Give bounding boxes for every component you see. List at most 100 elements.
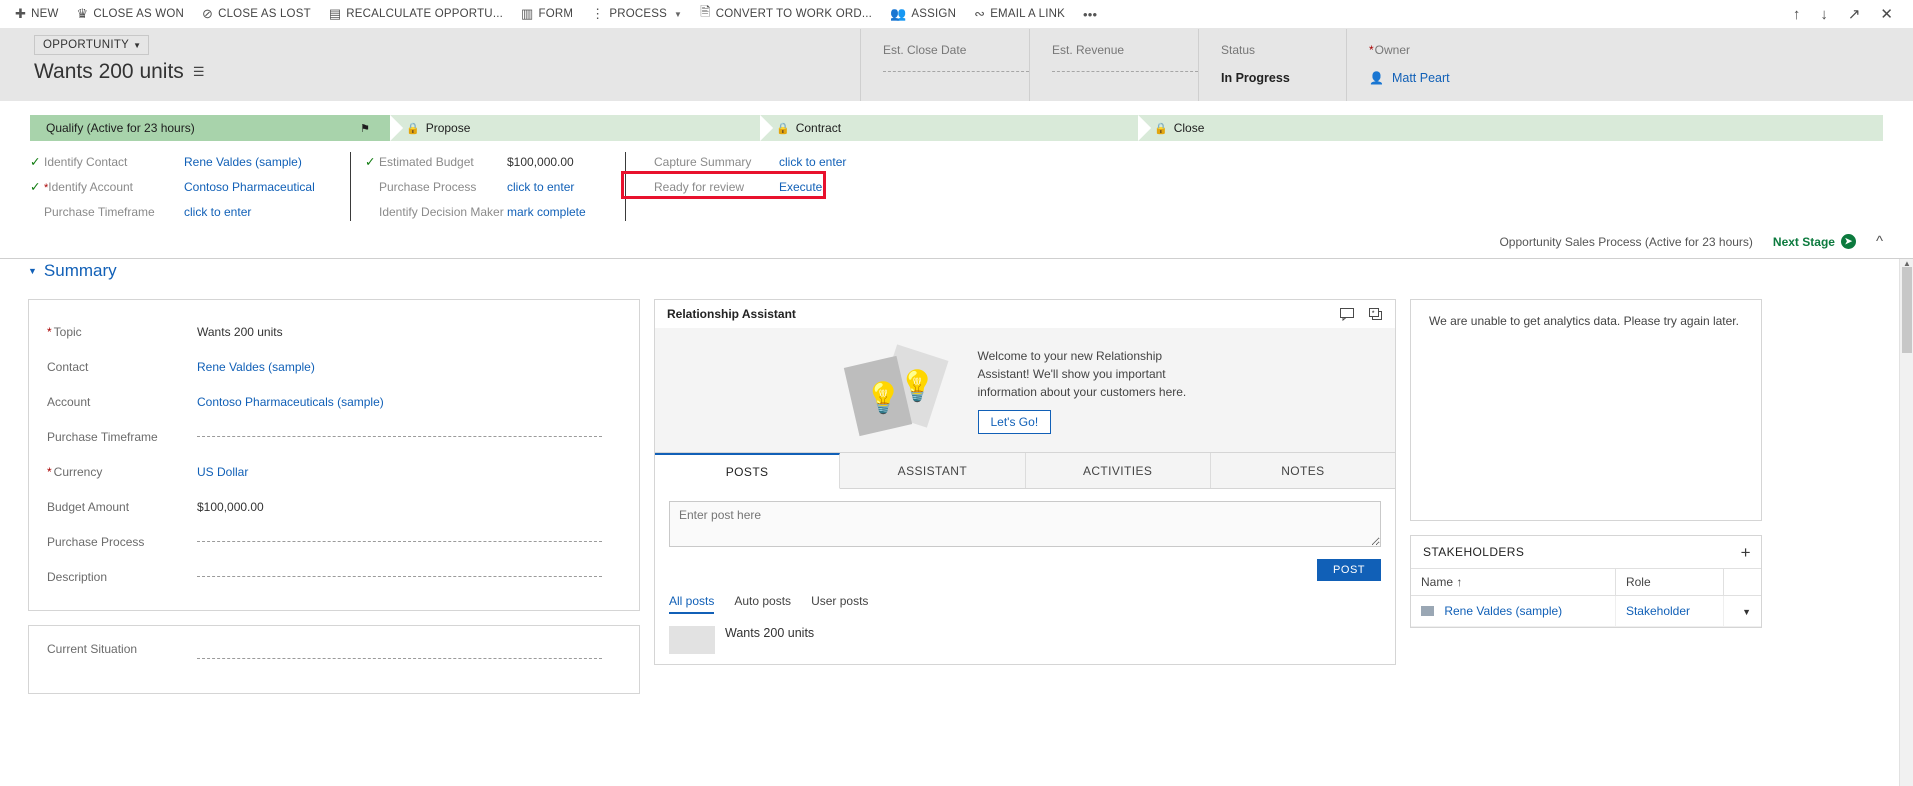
post-button[interactable]: POST <box>1317 559 1381 581</box>
add-stakeholder-icon[interactable]: + <box>1741 544 1751 561</box>
stage-arrow <box>1138 115 1151 141</box>
contact-value-link[interactable]: Rene Valdes (sample) <box>197 360 621 374</box>
step-capture-summary[interactable]: Capture Summary click to enter <box>640 152 855 171</box>
header-field-status: Status In Progress <box>1198 29 1346 101</box>
est-close-date-value[interactable] <box>883 71 1029 72</box>
budget-amount-value[interactable]: $100,000.00 <box>197 500 621 514</box>
account-value-link[interactable]: Contoso Pharmaceuticals (sample) <box>197 395 621 409</box>
step-estimated-budget[interactable]: ✓ Estimated Budget $100,000.00 <box>365 152 615 171</box>
est-revenue-label: Est. Revenue <box>1052 43 1125 57</box>
step-purchase-process[interactable]: Purchase Process click to enter <box>365 177 615 196</box>
tab-assistant[interactable]: ASSISTANT <box>840 453 1026 488</box>
field-row-topic: * Topic Wants 200 units <box>47 314 621 349</box>
step-identify-contact-label: Identify Contact <box>44 154 128 169</box>
table-row[interactable]: Rene Valdes (sample) Stakeholder ▼ <box>1411 595 1761 627</box>
next-stage-button[interactable]: Next Stage ➤ <box>1773 234 1856 249</box>
stage-contract[interactable]: 🔒 Contract <box>760 115 1151 141</box>
stakeholder-role-link[interactable]: Stakeholder <box>1626 604 1690 618</box>
column-header-name[interactable]: Name ↑ <box>1411 568 1616 596</box>
current-situation-value[interactable] <box>197 642 621 659</box>
column-header-role[interactable]: Role <box>1615 568 1724 596</box>
tab-posts[interactable]: POSTS <box>655 453 841 489</box>
field-row-budget-amount: Budget Amount $100,000.00 <box>47 489 621 524</box>
description-value[interactable] <box>197 576 621 577</box>
currency-value-link[interactable]: US Dollar <box>197 465 621 479</box>
required-asterisk: * <box>47 324 52 339</box>
topic-label-text: Topic <box>53 324 82 339</box>
step-capture-summary-value[interactable]: click to enter <box>779 155 846 169</box>
step-identify-account[interactable]: ✓ *Identify Account Contoso Pharmaceutic… <box>30 177 340 196</box>
command-overflow[interactable]: ••• <box>1074 0 1106 28</box>
stakeholder-actions-cell: ▼ <box>1723 595 1761 627</box>
stage-propose[interactable]: 🔒 Propose <box>390 115 773 141</box>
command-email-a-link[interactable]: ∾ EMAIL A LINK <box>965 0 1074 28</box>
tab-notes[interactable]: NOTES <box>1211 453 1395 488</box>
posts-panel: POST All posts Auto posts User posts Wan… <box>654 489 1396 665</box>
step-estimated-budget-value[interactable]: $100,000.00 <box>507 155 574 169</box>
filter-user-posts[interactable]: User posts <box>811 594 868 614</box>
command-form-label: FORM <box>538 8 574 20</box>
step-capture-summary-label: Capture Summary <box>654 154 752 169</box>
previous-record-icon[interactable]: ↑ <box>1793 7 1801 22</box>
section-header-summary[interactable]: ▼ Summary <box>28 261 1913 281</box>
assistant-text-block: Welcome to your new Relationship Assista… <box>977 347 1208 434</box>
command-close-as-won[interactable]: ♛ CLOSE AS WON <box>68 0 193 28</box>
topic-value[interactable]: Wants 200 units <box>197 325 621 339</box>
close-icon[interactable]: ✕ <box>1880 7 1893 22</box>
step-purchase-timeframe[interactable]: Purchase Timeframe click to enter <box>30 202 340 221</box>
chevron-down-icon[interactable]: ▼ <box>1742 607 1751 617</box>
stage-qualify[interactable]: Qualify (Active for 23 hours) ⚑ <box>30 115 403 141</box>
filter-auto-posts[interactable]: Auto posts <box>734 594 791 614</box>
cards-icon[interactable]: * <box>1369 307 1385 321</box>
popout-icon[interactable]: ↗ <box>1848 7 1861 22</box>
command-recalculate-opportunity[interactable]: ▤ RECALCULATE OPPORTU... <box>320 0 512 28</box>
scrollbar-thumb[interactable] <box>1902 267 1912 353</box>
lets-go-button[interactable]: Let's Go! <box>977 409 1052 434</box>
purchase-timeframe-value[interactable] <box>197 436 621 437</box>
filter-all-posts[interactable]: All posts <box>669 594 715 614</box>
post-input[interactable] <box>669 501 1381 547</box>
empty-dash <box>197 576 602 577</box>
record-menu-icon[interactable]: ☰ <box>193 64 205 80</box>
step-identify-decision-maker[interactable]: Identify Decision Maker mark complete <box>365 202 615 221</box>
command-convert-label: CONVERT TO WORK ORD... <box>715 8 873 20</box>
est-revenue-value[interactable] <box>1052 71 1198 72</box>
topic-label: * Topic <box>47 325 197 339</box>
step-identify-decision-maker-value[interactable]: mark complete <box>507 205 586 219</box>
collapse-process-icon[interactable]: ^ <box>1876 233 1883 250</box>
entity-type-label: OPPORTUNITY <box>43 39 130 51</box>
entity-type-selector[interactable]: OPPORTUNITY ▼ <box>34 35 150 55</box>
lock-icon: 🔒 <box>406 122 420 135</box>
stakeholder-role-cell: Stakeholder <box>1615 595 1724 627</box>
step-identify-account-value[interactable]: Contoso Pharmaceutical <box>184 180 315 194</box>
analytics-error-message: We are unable to get analytics data. Ple… <box>1429 314 1739 328</box>
command-new[interactable]: ✚ NEW <box>6 0 68 28</box>
command-close-as-lost[interactable]: ⊘ CLOSE AS LOST <box>193 0 320 28</box>
add-note-icon[interactable] <box>1340 307 1355 321</box>
stage-propose-text: Propose <box>425 121 471 135</box>
owner-link[interactable]: Matt Peart <box>1392 71 1450 85</box>
command-process[interactable]: ⋮ PROCESS ▼ <box>582 0 691 28</box>
step-identify-contact[interactable]: ✓ Identify Contact Rene Valdes (sample) <box>30 152 340 171</box>
post-filters: All posts Auto posts User posts <box>669 594 1381 614</box>
command-form[interactable]: ▥ FORM <box>512 0 582 28</box>
form-columns: * Topic Wants 200 units Contact Rene Vald… <box>0 289 1913 786</box>
table-header-row: Name ↑ Role <box>1411 568 1761 596</box>
stakeholder-name-link[interactable]: Rene Valdes (sample) <box>1444 604 1562 618</box>
vertical-scrollbar[interactable]: ▲ ▼ <box>1899 259 1913 786</box>
next-record-icon[interactable]: ↓ <box>1820 7 1828 22</box>
command-convert-to-work-order[interactable]: 🖹 CONVERT TO WORK ORD... <box>691 0 881 28</box>
step-ready-for-review-execute-link[interactable]: Execute <box>779 180 822 194</box>
stage-close[interactable]: 🔒 Close <box>1138 115 1883 141</box>
command-bar: ✚ NEW ♛ CLOSE AS WON ⊘ CLOSE AS LOST ▤ R… <box>0 0 1913 29</box>
list-item[interactable]: Wants 200 units <box>669 626 1381 654</box>
field-row-contact: Contact Rene Valdes (sample) <box>47 349 621 384</box>
stage-close-text: Close <box>1173 121 1205 135</box>
tab-activities[interactable]: ACTIVITIES <box>1026 453 1211 488</box>
step-identify-contact-value[interactable]: Rene Valdes (sample) <box>184 155 302 169</box>
step-ready-for-review[interactable]: Ready for review Execute <box>640 177 855 196</box>
purchase-process-value[interactable] <box>197 541 621 542</box>
step-purchase-timeframe-value[interactable]: click to enter <box>184 205 251 219</box>
command-assign[interactable]: 👥 ASSIGN <box>881 0 965 28</box>
step-purchase-process-value[interactable]: click to enter <box>507 180 574 194</box>
